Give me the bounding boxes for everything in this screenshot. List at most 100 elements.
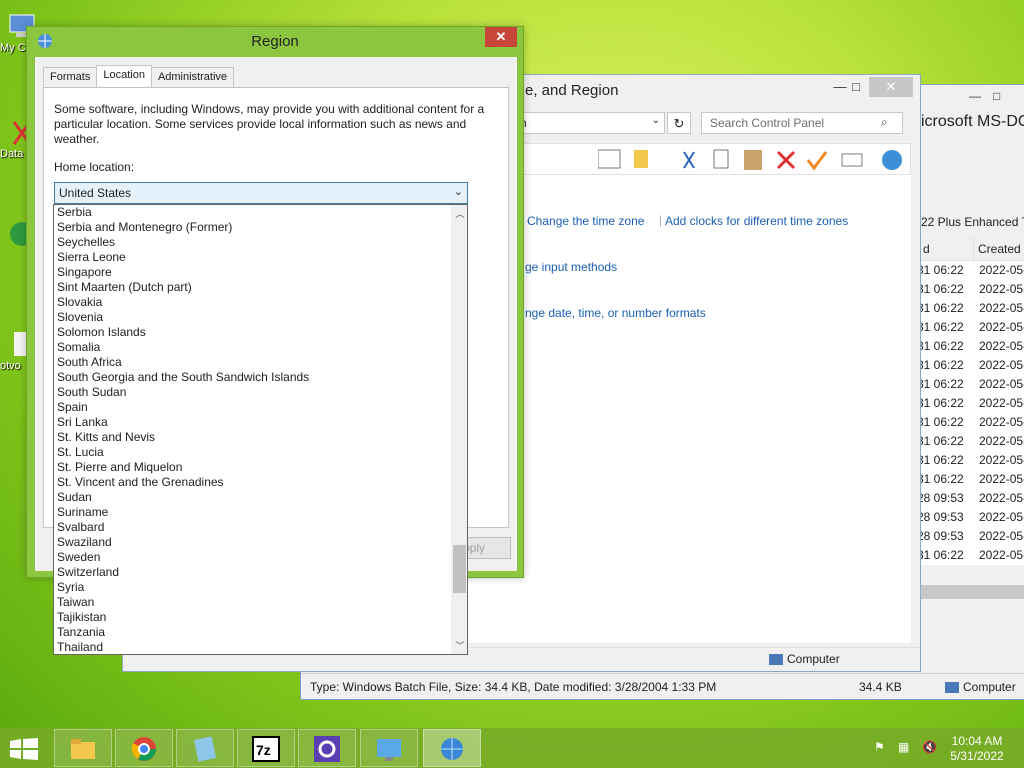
- home-location-select[interactable]: United States ⌄: [54, 182, 468, 204]
- maximize-button[interactable]: □: [841, 77, 871, 97]
- dropdown-item[interactable]: Sudan: [54, 490, 467, 505]
- taskbar-clock[interactable]: 10:04 AM 5/31/2022: [949, 734, 1005, 764]
- minimize-button[interactable]: —: [969, 89, 981, 103]
- dropdown-item[interactable]: Swaziland: [54, 535, 467, 550]
- dropdown-item[interactable]: Slovenia: [54, 310, 467, 325]
- table-row[interactable]: 28 09:53 2022-05-: [917, 489, 1024, 508]
- dropdown-item[interactable]: Serbia and Montenegro (Former): [54, 220, 467, 235]
- location-dropdown-list[interactable]: Serbia Serbia and Montenegro (Former) Seyc…: [53, 204, 468, 655]
- tab-formats[interactable]: Formats: [43, 67, 98, 87]
- dropdown-item[interactable]: St. Pierre and Miquelon: [54, 460, 467, 475]
- table-row[interactable]: 28 09:53 2022-05-: [917, 508, 1024, 527]
- maximize-button[interactable]: □: [993, 89, 1000, 103]
- add-clocks-link[interactable]: Add clocks for different time zones: [665, 214, 848, 228]
- table-row[interactable]: 31 06:22 2022-05-: [917, 375, 1024, 394]
- date-modified-cell: 31 06:22: [917, 339, 964, 353]
- close-button[interactable]: ✕: [485, 27, 517, 47]
- network-icon[interactable]: ▦: [898, 740, 914, 756]
- change-time-zone-link[interactable]: Change the time zone: [527, 214, 644, 228]
- scroll-thumb[interactable]: [453, 545, 466, 593]
- dropdown-item[interactable]: Sri Lanka: [54, 415, 467, 430]
- taskbar-file-explorer[interactable]: [54, 729, 112, 767]
- desktop-icon-label: Data: [0, 148, 24, 160]
- table-row[interactable]: 31 06:22 2022-05-: [917, 261, 1024, 280]
- dropdown-item[interactable]: Sierra Leone: [54, 250, 467, 265]
- dropdown-items: Serbia Serbia and Montenegro (Former) Seyc…: [54, 205, 467, 654]
- dropdown-item[interactable]: Singapore: [54, 265, 467, 280]
- table-row[interactable]: 31 06:22 2022-05-: [917, 280, 1024, 299]
- table-row[interactable]: 31 06:22 2022-05-: [917, 356, 1024, 375]
- dropdown-item[interactable]: Sint Maarten (Dutch part): [54, 280, 467, 295]
- address-bar[interactable]: n ⌄: [515, 112, 665, 134]
- dropdown-item[interactable]: Solomon Islands: [54, 325, 467, 340]
- table-row[interactable]: 31 06:22 2022-05-: [917, 413, 1024, 432]
- dropdown-item[interactable]: Spain: [54, 400, 467, 415]
- table-row[interactable]: 31 06:22 2022-05-: [917, 451, 1024, 470]
- table-row[interactable]: 28 09:53 2022-05-: [917, 527, 1024, 546]
- taskbar-region[interactable]: [423, 729, 481, 767]
- taskbar-settings[interactable]: [298, 729, 356, 767]
- dropdown-item[interactable]: Taiwan: [54, 595, 467, 610]
- horizontal-scrollbar[interactable]: [917, 585, 1024, 599]
- dropdown-item[interactable]: Sweden: [54, 550, 467, 565]
- table-row[interactable]: 31 06:22 2022-05-: [917, 432, 1024, 451]
- dropdown-item[interactable]: South Georgia and the South Sandwich Isl…: [54, 370, 467, 385]
- dropdown-item[interactable]: South Africa: [54, 355, 467, 370]
- taskbar-control-panel[interactable]: [360, 729, 418, 767]
- explorer-statusbar: Type: Windows Batch File, Size: 34.4 KB,…: [301, 673, 1024, 699]
- table-row[interactable]: 31 06:22 2022-05-: [917, 470, 1024, 489]
- dropdown-item[interactable]: Seychelles: [54, 235, 467, 250]
- tab-administrative[interactable]: Administrative: [150, 67, 235, 87]
- selected-location: United States: [59, 186, 132, 200]
- scroll-down-icon[interactable]: ﹀: [452, 639, 467, 652]
- start-icon[interactable]: [10, 738, 38, 763]
- dropdown-item[interactable]: Syria: [54, 580, 467, 595]
- notepad-icon: [193, 736, 217, 762]
- dropdown-item[interactable]: Tajikistan: [54, 610, 467, 625]
- search-input[interactable]: Search Control Panel: [701, 112, 903, 134]
- dropdown-item[interactable]: St. Vincent and the Grenadines: [54, 475, 467, 490]
- dropdown-item[interactable]: Somalia: [54, 340, 467, 355]
- column-header-created[interactable]: Created: [973, 237, 1024, 261]
- vertical-scrollbar[interactable]: ︿ ﹀: [451, 205, 467, 654]
- dialog-title: Region: [251, 33, 299, 50]
- table-row[interactable]: 31 06:22 2022-05-: [917, 394, 1024, 413]
- svg-text:7z: 7z: [256, 742, 271, 758]
- taskbar-notepad[interactable]: [176, 729, 234, 767]
- taskbar-7zip[interactable]: 7z: [237, 729, 295, 767]
- date-modified-cell: 28 09:53: [917, 510, 964, 524]
- table-row[interactable]: 31 06:22 2022-05-: [917, 337, 1024, 356]
- dropdown-item[interactable]: Suriname: [54, 505, 467, 520]
- formats-link[interactable]: nge date, time, or number formats: [525, 306, 706, 320]
- scroll-up-icon[interactable]: ︿: [452, 207, 467, 220]
- volume-muted-icon[interactable]: 🔇: [922, 740, 938, 756]
- toolbar-icons[interactable]: [598, 148, 908, 172]
- refresh-icon[interactable]: ↻: [667, 112, 691, 134]
- column-header-date[interactable]: d: [921, 237, 971, 261]
- dropdown-item[interactable]: St. Kitts and Nevis: [54, 430, 467, 445]
- table-row[interactable]: 31 06:22 2022-05-: [917, 546, 1024, 565]
- dropdown-item[interactable]: Thailand: [54, 640, 467, 654]
- 7zip-icon: 7z: [252, 736, 280, 762]
- dropdown-item[interactable]: St. Lucia: [54, 445, 467, 460]
- dropdown-item[interactable]: Switzerland: [54, 565, 467, 580]
- clock-time: 10:04 AM: [951, 734, 1003, 748]
- tab-location[interactable]: Location: [96, 65, 152, 87]
- taskbar-chrome[interactable]: [115, 729, 173, 767]
- table-row[interactable]: 31 06:22 2022-05-: [917, 318, 1024, 337]
- input-methods-link[interactable]: ge input methods: [525, 260, 617, 274]
- dropdown-item[interactable]: Svalbard: [54, 520, 467, 535]
- created-cell: 2022-05-: [979, 396, 1024, 410]
- dropdown-item[interactable]: Tanzania: [54, 625, 467, 640]
- file-list[interactable]: 31 06:22 2022-05- 31 06:22 2022-05- 31 06:22…: [917, 261, 1024, 565]
- dropdown-item[interactable]: Slovakia: [54, 295, 467, 310]
- chevron-down-icon[interactable]: ⌄: [454, 185, 463, 198]
- action-center-flag-icon[interactable]: ⚑: [874, 740, 890, 756]
- dropdown-item[interactable]: Serbia: [54, 205, 467, 220]
- created-cell: 2022-05-: [979, 548, 1024, 562]
- chevron-down-icon[interactable]: ⌄: [652, 115, 660, 126]
- table-row[interactable]: 31 06:22 2022-05-: [917, 299, 1024, 318]
- search-icon[interactable]: ⌕: [881, 115, 888, 130]
- close-button[interactable]: ✕: [869, 77, 913, 97]
- dropdown-item[interactable]: South Sudan: [54, 385, 467, 400]
